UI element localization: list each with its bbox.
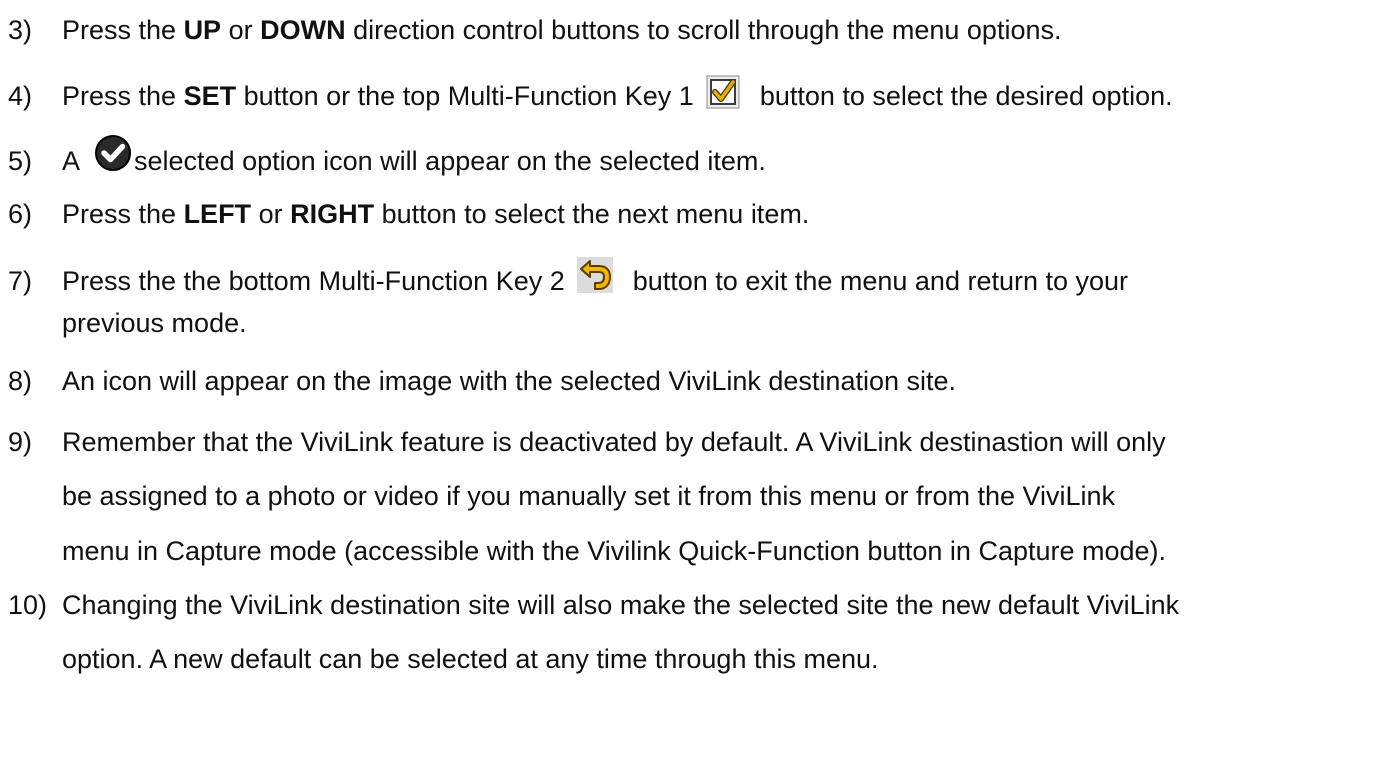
checkbox-check-icon xyxy=(706,75,740,109)
right-keyword: RIGHT xyxy=(290,199,375,229)
step-number: 3) xyxy=(8,15,33,45)
step-number: 10) xyxy=(8,590,48,620)
step-text-line: previous mode. xyxy=(62,308,247,338)
step-text: Press the SET button or the top Multi-Fu… xyxy=(62,75,1173,117)
step-number: 7) xyxy=(8,266,33,296)
left-keyword: LEFT xyxy=(183,199,252,229)
step-text-line: menu in Capture mode (accessible with th… xyxy=(62,536,1167,566)
step-text: An icon will appear on the image with th… xyxy=(62,366,957,396)
step-text-line: Remember that the ViviLink feature is de… xyxy=(62,427,1166,457)
check-circle-icon xyxy=(94,134,132,172)
step-text: Press the UP or DOWN direction control b… xyxy=(62,15,1062,45)
step-number: 5) xyxy=(8,146,33,176)
step-number: 4) xyxy=(8,81,33,111)
step-number: 6) xyxy=(8,199,33,229)
set-keyword: SET xyxy=(183,81,237,111)
step-number: 9) xyxy=(8,427,33,457)
manual-page: 3) Press the UP or DOWN direction contro… xyxy=(0,0,1382,764)
step-text-line: Changing the ViviLink destination site w… xyxy=(62,590,1180,620)
step-text: A selected option icon will appear on th… xyxy=(62,134,766,182)
up-keyword: UP xyxy=(183,15,222,45)
step-text: Press the LEFT or RIGHT button to select… xyxy=(62,199,810,229)
return-arrow-icon xyxy=(576,256,613,293)
step-text: Press the the bottom Multi-Function Key … xyxy=(62,256,1128,302)
step-number: 8) xyxy=(8,366,33,396)
step-text-line: option. A new default can be selected at… xyxy=(62,644,879,674)
step-text-line: be assigned to a photo or video if you m… xyxy=(62,481,1116,511)
down-keyword: DOWN xyxy=(260,15,346,45)
